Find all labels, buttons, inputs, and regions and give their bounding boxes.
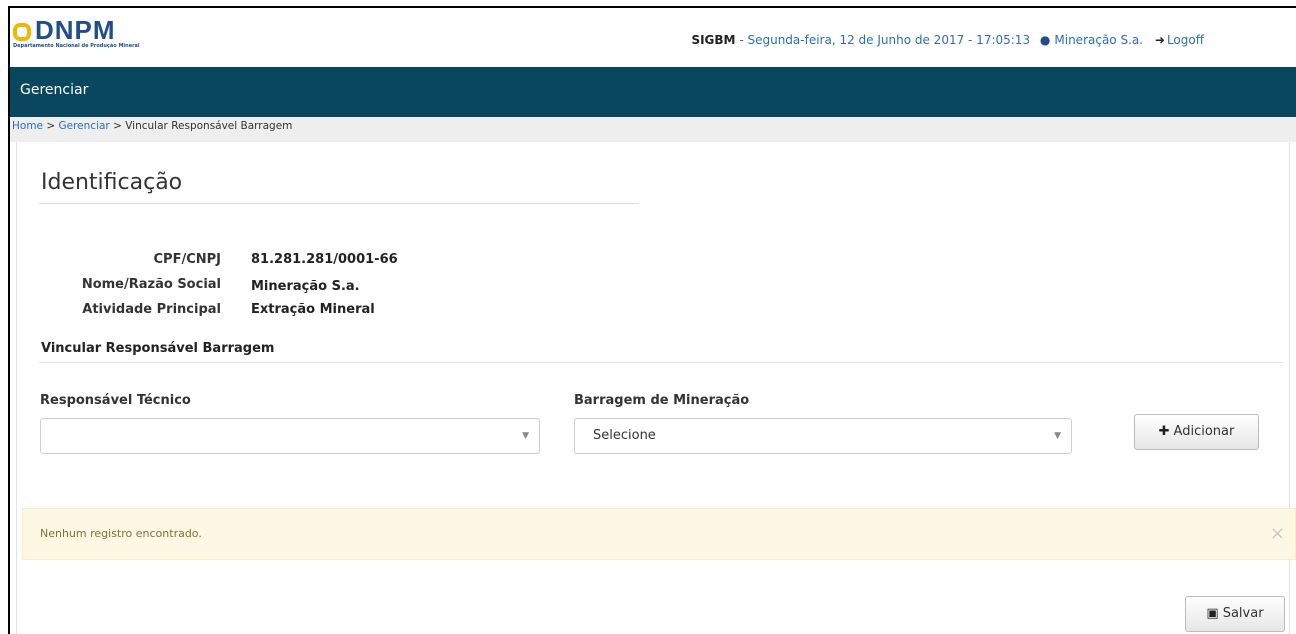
no-records-alert: Nenhum registro encontrado. ×	[22, 508, 1296, 560]
add-button[interactable]: ✚ Adicionar	[1134, 414, 1259, 450]
user-icon: ●	[1039, 33, 1051, 47]
chevron-down-icon: ▼	[522, 431, 529, 441]
info-label: Atividade Principal	[82, 302, 221, 317]
barragem-select[interactable]: Selecione ▼	[574, 418, 1072, 454]
header: DNPM Departamento Nacional de Produção M…	[10, 8, 1296, 67]
add-button-label: Adicionar	[1173, 424, 1235, 439]
save-button-label: Salvar	[1222, 606, 1264, 621]
breadcrumb-current: Vincular Responsável Barragem	[125, 120, 293, 132]
save-button[interactable]: ▣ Salvar	[1185, 596, 1285, 632]
main-navbar: Gerenciar	[10, 67, 1296, 117]
app-window: DNPM Departamento Nacional de Produção M…	[8, 6, 1296, 634]
user-name-link[interactable]: Mineração S.a.	[1054, 33, 1143, 47]
breadcrumb-separator: >	[109, 120, 126, 132]
info-label: CPF/CNPJ	[153, 252, 221, 267]
logoff-icon[interactable]: ➜	[1155, 33, 1165, 47]
logo-text: DNPM	[35, 15, 116, 45]
alert-message: Nenhum registro encontrado.	[40, 527, 202, 540]
section-divider	[39, 362, 1283, 363]
info-label: Nome/Razão Social	[81, 277, 221, 292]
logo-subtitle: Departamento Nacional de Produção Minera…	[13, 43, 140, 49]
plus-icon: ✚	[1158, 424, 1170, 439]
logoff-link[interactable]: Logoff	[1167, 33, 1204, 47]
responsavel-label: Responsável Técnico	[40, 393, 191, 408]
barragem-label: Barragem de Mineração	[574, 393, 750, 408]
section-title: Vincular Responsável Barragem	[41, 341, 275, 356]
breadcrumb-separator: >	[43, 120, 59, 132]
info-value: Extração Mineral	[251, 302, 375, 317]
system-name: SIGBM	[691, 33, 736, 47]
datetime: - Segunda-feira, 12 de Junho de 2017 - 1…	[739, 33, 1031, 47]
title-divider	[39, 203, 639, 204]
nav-item-gerenciar[interactable]: Gerenciar	[20, 82, 88, 98]
close-icon[interactable]: ×	[1270, 509, 1285, 559]
info-value: Mineração S.a.	[251, 279, 360, 294]
responsavel-select[interactable]: ▼	[40, 418, 540, 454]
breadcrumb-gerenciar[interactable]: Gerenciar	[59, 120, 110, 132]
page-title: Identificação	[41, 170, 183, 195]
content-panel: Identificação CPF/CNPJ 81.281.281/0001-6…	[16, 142, 1290, 634]
breadcrumb: Home > Gerenciar > Vincular Responsável …	[10, 117, 1296, 142]
dnpm-logo[interactable]: DNPM Departamento Nacional de Produção M…	[13, 17, 153, 51]
save-icon: ▣	[1206, 606, 1219, 621]
chevron-down-icon: ▼	[1054, 431, 1061, 441]
info-value: 81.281.281/0001-66	[251, 252, 398, 267]
barragem-value: Selecione	[593, 428, 656, 443]
user-info: SIGBM - Segunda-feira, 12 de Junho de 20…	[691, 33, 1204, 47]
breadcrumb-home[interactable]: Home	[12, 120, 43, 132]
